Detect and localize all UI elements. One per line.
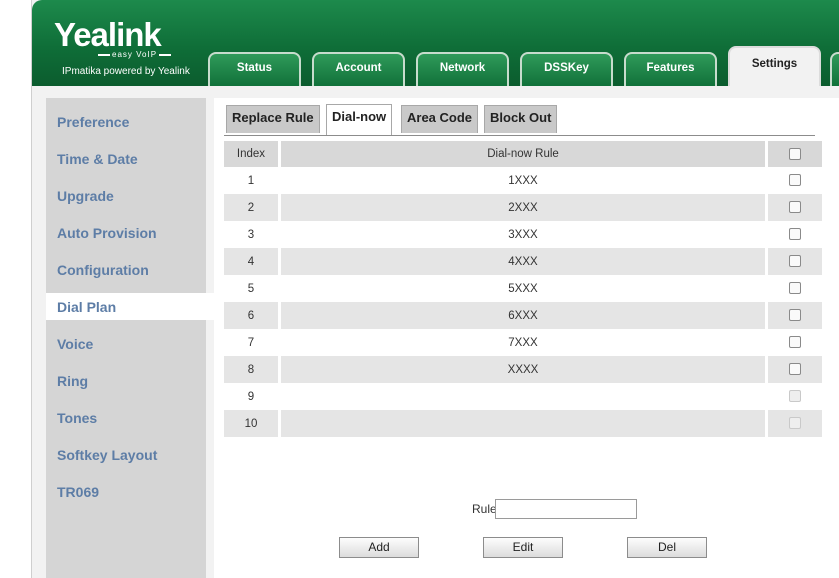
- rule-input[interactable]: [495, 499, 637, 519]
- table-row: 9: [224, 383, 822, 410]
- table-row: 8 XXXX: [224, 356, 822, 383]
- tab-overflow[interactable]: [830, 52, 839, 86]
- row-checkbox[interactable]: [789, 282, 801, 295]
- table-row: 4 4XXX: [224, 248, 822, 275]
- row-index: 10: [224, 410, 278, 437]
- row-rule: 6XXX: [278, 302, 765, 329]
- row-select-cell: [765, 167, 822, 194]
- header-select-all: [765, 141, 822, 167]
- row-checkbox[interactable]: [789, 255, 801, 268]
- subtab-dial-now[interactable]: Dial-now: [326, 104, 393, 135]
- row-select-cell: [765, 194, 822, 221]
- row-index: 3: [247, 228, 255, 241]
- row-index: 7: [247, 336, 255, 349]
- subtab-divider: [224, 135, 815, 136]
- rule-label: Rule: [472, 502, 497, 516]
- main-content: Replace Rule Dial-now Area Code Block Ou…: [214, 98, 839, 578]
- header-rule: Dial-now Rule: [278, 141, 765, 167]
- row-checkbox[interactable]: [789, 363, 801, 376]
- subtab-block-out[interactable]: Block Out: [484, 105, 558, 133]
- sidebar-item-tones[interactable]: Tones: [57, 410, 97, 426]
- row-index: 6: [224, 302, 278, 329]
- subtab-replace-rule[interactable]: Replace Rule: [226, 105, 320, 133]
- add-button[interactable]: Add: [339, 537, 419, 558]
- subtab-area-code[interactable]: Area Code: [401, 105, 479, 133]
- table-row: 3 3XXX: [224, 221, 822, 248]
- row-index: 2: [224, 194, 278, 221]
- app-frame: Yealink easy VoIP IPmatika powered by Ye…: [31, 0, 839, 578]
- sidebar-item-time-date[interactable]: Time & Date: [57, 151, 138, 167]
- row-select-cell: [765, 383, 822, 410]
- row-select-cell: [765, 302, 822, 329]
- row-checkbox-disabled: [789, 417, 801, 430]
- row-rule: 3XXX: [278, 221, 765, 248]
- edit-button[interactable]: Edit: [483, 537, 563, 558]
- row-index: 4: [224, 248, 278, 275]
- sidebar-item-voice[interactable]: Voice: [57, 336, 93, 352]
- table-row: 5 5XXX: [224, 275, 822, 302]
- sidebar-item-tr069[interactable]: TR069: [57, 484, 99, 500]
- yealink-logo: Yealink: [54, 16, 162, 53]
- table-row: 6 6XXX: [224, 302, 822, 329]
- sidebar-item-ring[interactable]: Ring: [57, 373, 88, 389]
- tab-features[interactable]: Features: [624, 52, 717, 86]
- row-select-cell: [765, 410, 822, 437]
- row-rule: 2XXX: [278, 194, 765, 221]
- table-row: 7 7XXX: [224, 329, 822, 356]
- row-checkbox[interactable]: [789, 201, 801, 214]
- table-row: 1 1XXX: [224, 167, 822, 194]
- sidebar-item-auto-provision[interactable]: Auto Provision: [57, 225, 157, 241]
- row-rule: [278, 410, 765, 437]
- sidebar-item-configuration[interactable]: Configuration: [57, 262, 149, 278]
- logo-tagline: easy VoIP: [97, 50, 172, 59]
- select-all-checkbox[interactable]: [789, 147, 801, 160]
- row-index: 1: [247, 174, 255, 187]
- tab-settings[interactable]: Settings: [728, 46, 821, 86]
- row-select-cell: [765, 275, 822, 302]
- row-rule: 1XXX: [278, 167, 765, 194]
- row-checkbox[interactable]: [789, 336, 801, 349]
- table-row: 2 2XXX: [224, 194, 822, 221]
- sidebar-item-softkey-layout[interactable]: Softkey Layout: [57, 447, 157, 463]
- row-index: 8: [224, 356, 278, 383]
- row-select-cell: [765, 329, 822, 356]
- table-row: 10: [224, 410, 822, 437]
- row-rule: [278, 383, 765, 410]
- header-index: Index: [224, 141, 278, 167]
- sidebar-item-dial-plan[interactable]: Dial Plan: [57, 299, 116, 315]
- dial-now-table: Index Dial-now Rule 1 1XXX 2 2XXX 3 3XXX…: [224, 141, 822, 437]
- row-select-cell: [765, 248, 822, 275]
- powered-by-text: IPmatika powered by Yealink: [62, 66, 190, 77]
- tab-dsskey[interactable]: DSSKey: [520, 52, 613, 86]
- row-index: 9: [247, 390, 255, 403]
- row-rule: 4XXX: [278, 248, 765, 275]
- tab-account[interactable]: Account: [312, 52, 405, 86]
- header-bar: Yealink easy VoIP IPmatika powered by Ye…: [32, 0, 839, 86]
- sidebar-item-preference[interactable]: Preference: [57, 114, 129, 130]
- table-header-row: Index Dial-now Rule: [224, 141, 822, 167]
- row-checkbox[interactable]: [789, 309, 801, 322]
- row-checkbox[interactable]: [789, 174, 801, 187]
- tab-status[interactable]: Status: [208, 52, 301, 86]
- row-checkbox-disabled: [789, 390, 801, 403]
- tab-network[interactable]: Network: [416, 52, 509, 86]
- row-rule: XXXX: [278, 356, 765, 383]
- row-index: 5: [247, 282, 255, 295]
- row-select-cell: [765, 356, 822, 383]
- del-button[interactable]: Del: [627, 537, 707, 558]
- row-rule: 5XXX: [278, 275, 765, 302]
- row-rule: 7XXX: [278, 329, 765, 356]
- row-select-cell: [765, 221, 822, 248]
- row-checkbox[interactable]: [789, 228, 801, 241]
- sidebar-item-upgrade[interactable]: Upgrade: [57, 188, 114, 204]
